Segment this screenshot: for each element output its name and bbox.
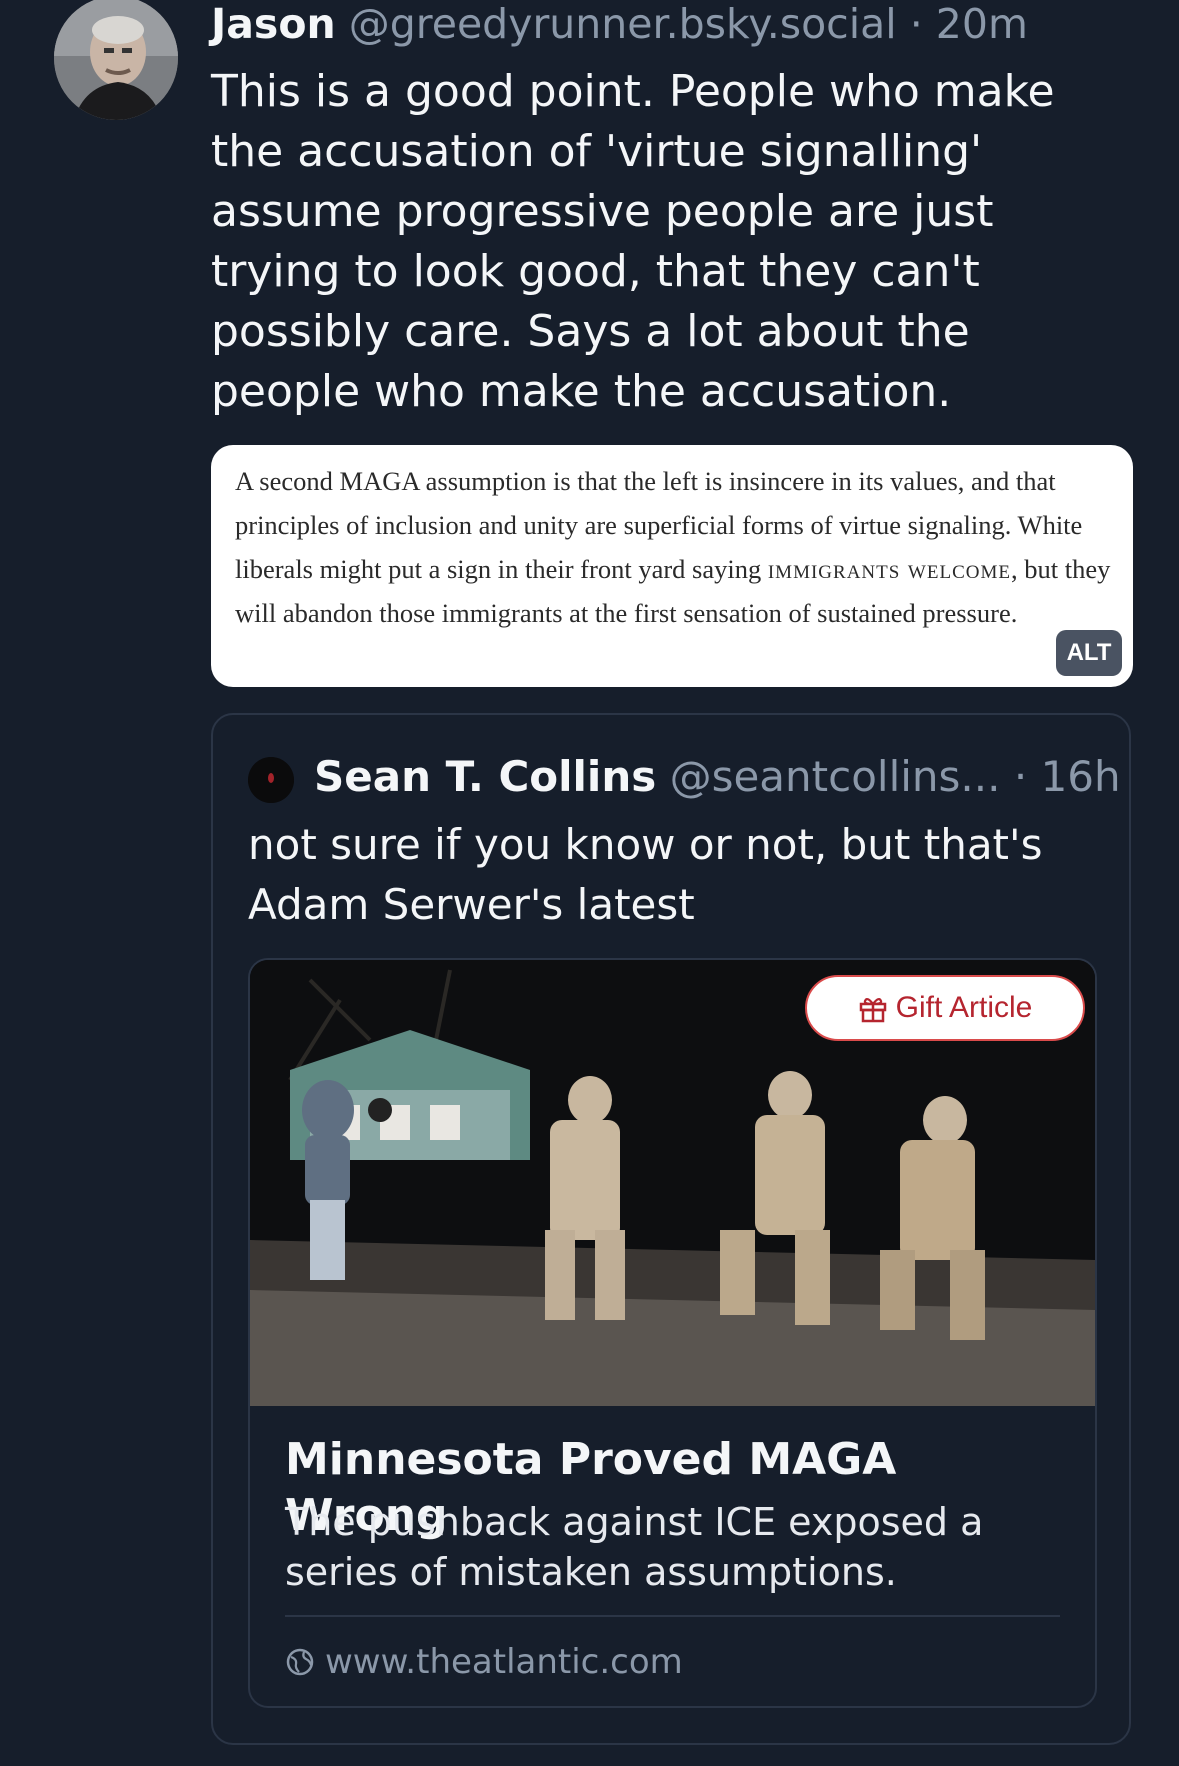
link-domain-row[interactable]: www.theatlantic.com [285, 1640, 1065, 1684]
quoted-post-text: not sure if you know or not, but that's … [248, 820, 1043, 929]
post-text: This is a good point. People who make th… [211, 66, 1055, 417]
quoted-author-name[interactable]: Sean T. Collins [314, 752, 656, 801]
post: Jason @greedyrunner.bsky.social · 20m Th… [0, 0, 1179, 1766]
globe-icon [286, 1648, 314, 1676]
post-time[interactable]: 20m [936, 0, 1028, 48]
author-handle[interactable]: @greedyrunner.bsky.social [349, 0, 897, 48]
image-text-caps: immigrants welcome [767, 554, 1011, 584]
link-card-photo: Gift Article [250, 960, 1095, 1406]
header-separator: · [909, 0, 923, 48]
link-domain: www.theatlantic.com [325, 1642, 683, 1682]
post-image[interactable]: A second MAGA assumption is that the lef… [211, 445, 1133, 687]
link-description: The pushback against ICE exposed a serie… [285, 1500, 984, 1594]
author-avatar-image [54, 0, 178, 120]
alt-badge[interactable]: ALT [1056, 630, 1122, 676]
quoted-post[interactable]: Sean T. Collins @seantcollins... · 16h n… [211, 713, 1131, 1745]
quoted-author-handle[interactable]: @seantcollins... [670, 752, 1001, 801]
gift-article-label: Gift Article [895, 991, 1033, 1024]
quoted-avatar-image [248, 757, 294, 803]
image-text: A second MAGA assumption is that the lef… [235, 459, 1133, 635]
author-avatar[interactable] [54, 0, 178, 120]
gift-icon [859, 997, 886, 1023]
quoted-header-separator: · [1013, 752, 1028, 801]
author-name[interactable]: Jason [211, 0, 336, 48]
post-header: Jason @greedyrunner.bsky.social · 20m [211, 0, 1151, 48]
quoted-post-header: Sean T. Collins @seantcollins... · 16h [314, 747, 1121, 807]
quoted-author-avatar[interactable] [248, 757, 294, 803]
link-divider [285, 1615, 1060, 1617]
gift-article-button[interactable]: Gift Article [805, 975, 1085, 1041]
link-card[interactable]: Gift Article Minnesota Proved MAGA Wrong… [248, 958, 1097, 1708]
quoted-post-time[interactable]: 16h [1041, 752, 1121, 801]
